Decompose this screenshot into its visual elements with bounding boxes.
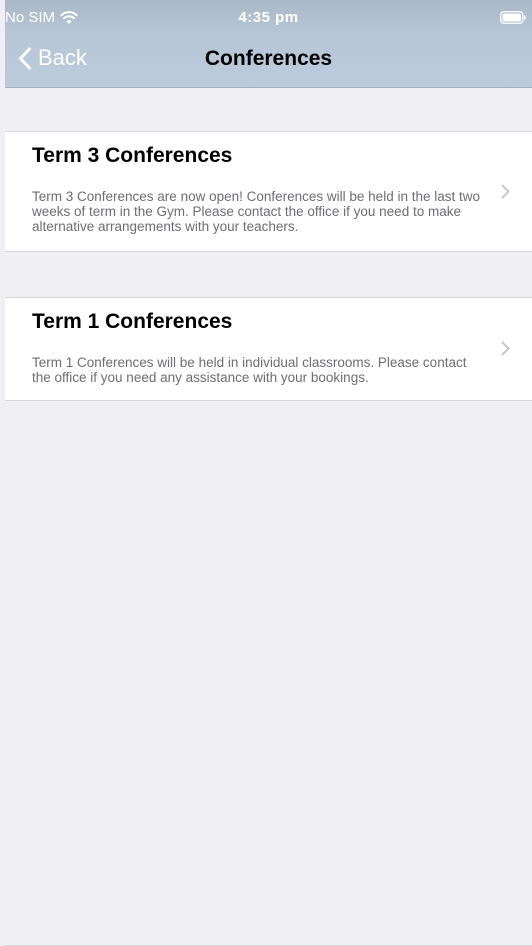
app-screen: No SIM 4:35 pm Back Conferences Term 3 C… [5, 0, 532, 946]
list-item-description: Term 3 Conferences are now open! Confere… [32, 189, 480, 234]
list-item-term-3-conferences[interactable]: Term 3 Conferences Term 3 Conferences ar… [5, 131, 532, 252]
chevron-right-icon [501, 341, 510, 356]
navigation-bar: Back Conferences [5, 36, 532, 86]
header: No SIM 4:35 pm Back Conferences [5, 0, 532, 88]
list-item-title: Term 1 Conferences [32, 310, 233, 333]
status-bar: No SIM 4:35 pm [5, 0, 532, 36]
status-time: 4:35 pm [238, 9, 299, 26]
list-item-description: Term 1 Conferences will be held in indiv… [32, 355, 467, 385]
page-title: Conferences [204, 47, 333, 70]
list-item-term-1-conferences[interactable]: Term 1 Conferences Term 1 Conferences wi… [5, 297, 532, 401]
battery-icon [500, 11, 526, 28]
list-item-title: Term 3 Conferences [32, 144, 233, 167]
chevron-right-icon [501, 184, 510, 199]
